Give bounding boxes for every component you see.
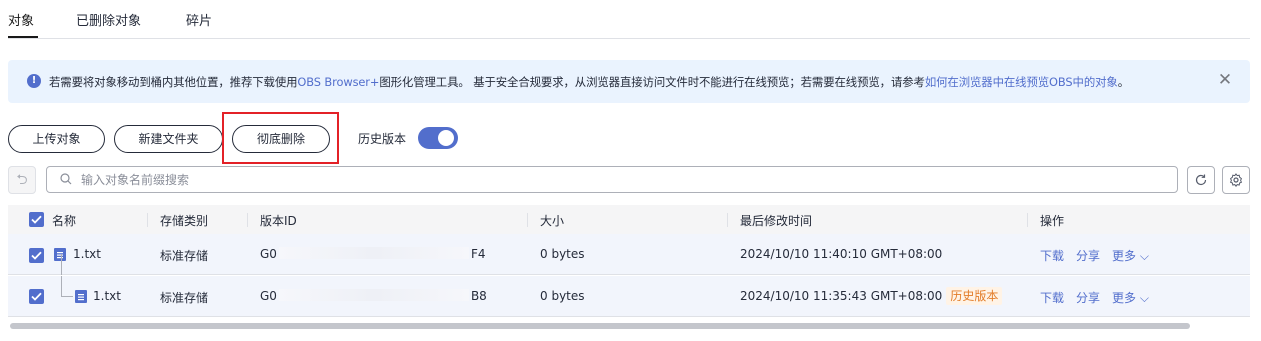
checkmark-icon — [31, 292, 42, 301]
column-header-name[interactable]: 名称 — [52, 212, 76, 229]
column-header-version-id[interactable]: 版本ID — [260, 212, 297, 229]
download-link[interactable]: 下载 — [1040, 247, 1064, 264]
last-modified-text: 2024/10/10 11:35:43 GMT+08:00 — [740, 289, 943, 303]
object-size: 0 bytes — [540, 247, 585, 261]
more-dropdown[interactable]: 更多 ⌵ — [1112, 247, 1149, 264]
last-modified: 2024/10/10 11:35:43 GMT+08:00 历史版本 — [740, 287, 1003, 305]
checkmark-icon — [31, 251, 42, 260]
column-divider — [147, 213, 148, 227]
object-name-link[interactable]: 1.txt — [73, 247, 101, 261]
upload-object-button[interactable]: 上传对象 — [8, 125, 105, 153]
file-icon — [54, 248, 66, 261]
banner-text: 若需要将对象移动到桶内其他位置，推荐下载使用 — [49, 75, 298, 89]
refresh-icon — [1195, 174, 1207, 186]
obs-browser-link[interactable]: OBS Browser+ — [297, 75, 379, 89]
table-row: 1.txt 标准存储 G0 F4 0 bytes 2024/10/10 11:40… — [8, 234, 1250, 275]
table-header: 名称 存储类别 版本ID 大小 最后修改时间 操作 — [8, 205, 1250, 234]
storage-class: 标准存储 — [160, 291, 209, 305]
version-id: G0 B8 — [260, 289, 487, 303]
chevron-down-icon: ⌵ — [1139, 249, 1149, 263]
back-arrow-icon: ⮌ — [16, 172, 28, 188]
row-checkbox[interactable] — [29, 289, 44, 304]
column-divider — [1027, 213, 1028, 227]
last-modified: 2024/10/10 11:40:10 GMT+08:00 — [740, 247, 943, 261]
online-preview-help-link[interactable]: 如何在浏览器中在线预览OBS中的对象 — [925, 75, 1118, 89]
redacted-mask — [278, 247, 469, 259]
close-icon[interactable]: ✕ — [1216, 71, 1234, 89]
column-divider — [527, 213, 528, 227]
version-id-suffix: B8 — [470, 289, 487, 303]
more-dropdown[interactable]: 更多 ⌵ — [1112, 289, 1149, 306]
checkmark-icon — [31, 215, 42, 224]
select-all-checkbox[interactable] — [29, 212, 44, 227]
column-divider — [727, 213, 728, 227]
version-id-suffix: F4 — [470, 247, 486, 261]
file-icon — [75, 290, 87, 303]
banner-text: 。 — [1117, 75, 1129, 89]
row-checkbox[interactable] — [29, 248, 44, 263]
toggle-knob — [438, 130, 454, 146]
column-header-storage-class[interactable]: 存储类别 — [160, 212, 208, 229]
tree-connector — [61, 296, 73, 297]
version-id-prefix: G0 — [260, 289, 277, 303]
gear-icon — [1229, 173, 1243, 187]
column-header-actions: 操作 — [1040, 214, 1065, 228]
more-label: 更多 — [1112, 249, 1137, 263]
banner-text: 图形化管理工具。 基于安全合规要求，从浏览器直接访问文件时不能进行在线预览；若需… — [379, 75, 925, 89]
history-version-toggle[interactable] — [418, 127, 458, 149]
column-header-last-modified[interactable]: 最后修改时间 — [740, 212, 812, 229]
tab-bar: 对象 已删除对象 碎片 — [8, 0, 1250, 39]
banner-message: 若需要将对象移动到桶内其他位置，推荐下载使用OBS Browser+图形化管理工… — [49, 74, 1129, 90]
new-folder-button[interactable]: 新建文件夹 — [114, 125, 223, 153]
storage-class: 标准存储 — [160, 249, 209, 263]
tab-fragments[interactable]: 碎片 — [186, 10, 212, 29]
column-divider — [247, 213, 248, 227]
download-link[interactable]: 下载 — [1040, 289, 1064, 306]
object-size: 0 bytes — [540, 289, 585, 303]
info-icon: ! — [27, 74, 41, 88]
share-link[interactable]: 分享 — [1076, 247, 1100, 264]
redacted-mask — [278, 289, 469, 301]
back-button[interactable]: ⮌ — [8, 166, 36, 194]
search-icon — [60, 173, 72, 185]
tree-connector — [61, 276, 62, 297]
tree-connector — [61, 254, 62, 275]
tab-deleted-objects[interactable]: 已删除对象 — [76, 10, 141, 29]
object-name-link[interactable]: 1.txt — [93, 289, 121, 303]
version-id-prefix: G0 — [260, 247, 277, 261]
history-version-label: 历史版本 — [358, 132, 407, 146]
refresh-button[interactable] — [1187, 166, 1215, 194]
table-row: 1.txt 标准存储 G0 B8 0 bytes 2024/10/10 11:35… — [8, 276, 1250, 317]
version-id: G0 F4 — [260, 247, 485, 261]
more-label: 更多 — [1112, 291, 1137, 305]
share-link[interactable]: 分享 — [1076, 289, 1100, 306]
settings-button[interactable] — [1222, 166, 1250, 194]
horizontal-scrollbar[interactable] — [10, 323, 1190, 329]
chevron-down-icon: ⌵ — [1139, 291, 1149, 305]
search-box — [46, 166, 1178, 193]
permanent-delete-button[interactable]: 彻底删除 — [232, 125, 330, 153]
active-tab-indicator — [8, 36, 38, 38]
column-header-size[interactable]: 大小 — [540, 212, 564, 229]
search-input[interactable] — [81, 170, 1161, 190]
history-version-badge: 历史版本 — [946, 287, 1003, 305]
tab-objects[interactable]: 对象 — [8, 10, 34, 29]
info-banner: ! 若需要将对象移动到桶内其他位置，推荐下载使用OBS Browser+图形化管… — [8, 60, 1250, 103]
